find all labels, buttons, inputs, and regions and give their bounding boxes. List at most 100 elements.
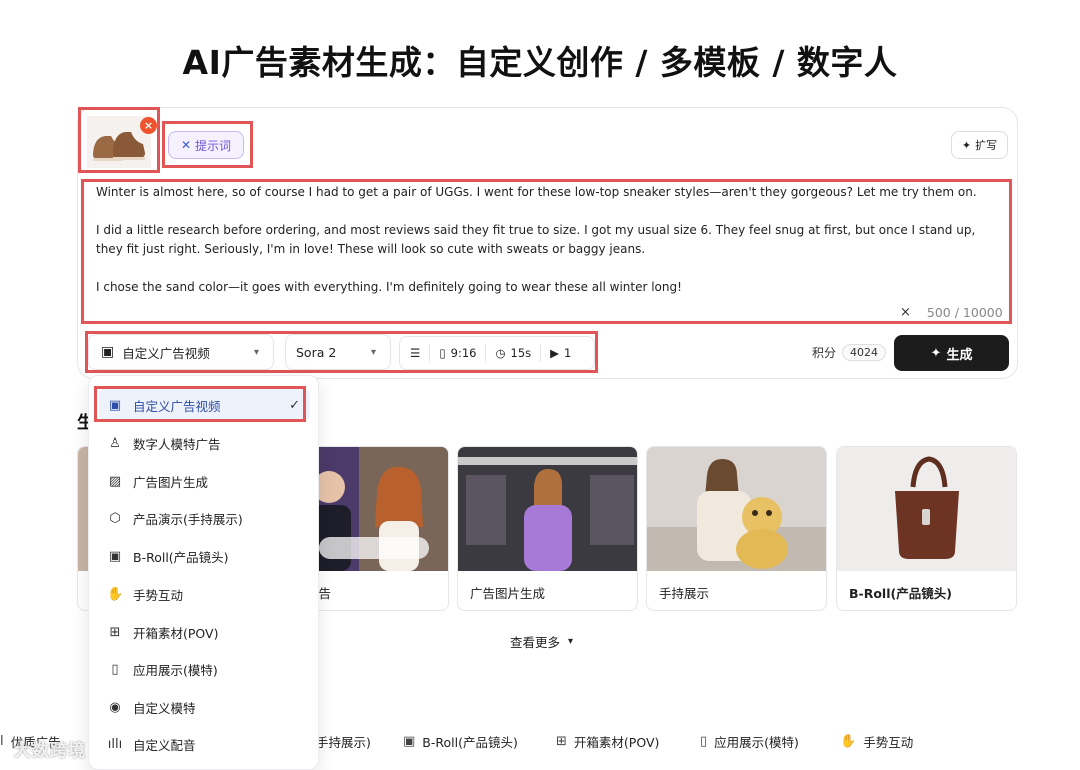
- settings-toggle[interactable]: ☰: [408, 344, 429, 362]
- remove-thumbnail-icon[interactable]: ×: [140, 117, 157, 134]
- bottom-chip[interactable]: ⊞ 开箱素材(POV): [556, 732, 659, 751]
- clock-icon: ◷: [495, 346, 506, 360]
- bottom-chip-label: B-Roll(产品镜头): [422, 735, 518, 750]
- magic-wand-icon: ✕: [180, 138, 192, 152]
- template-card[interactable]: 广告图片生成: [457, 446, 638, 611]
- chevron-down-icon: ▾: [253, 346, 259, 358]
- template-image: [647, 447, 826, 571]
- template-label: 广告图片生成: [470, 586, 546, 601]
- sparkle-icon: ✦: [961, 138, 972, 152]
- phone-icon: ▯: [111, 661, 119, 677]
- points-value: 4024: [842, 344, 887, 361]
- dropdown-item-label: B-Roll(产品镜头): [133, 549, 229, 565]
- prompt-paragraph: I chose the sand color—it goes with ever…: [96, 280, 682, 294]
- dropdown-item-custom-voice[interactable]: ıllı 自定义配音: [99, 728, 310, 760]
- gift-icon: ⊞: [556, 734, 567, 749]
- template-label: 手持展示: [659, 586, 710, 601]
- generate-button[interactable]: ✦ 生成: [894, 335, 1009, 371]
- phone-icon: ▯: [700, 734, 708, 749]
- output-count[interactable]: ▶ 1: [540, 344, 580, 362]
- phone-icon: ▯: [439, 346, 446, 360]
- watermark: 大数跨境: [14, 741, 86, 761]
- image-icon: ▣: [108, 397, 122, 413]
- bottom-chip[interactable]: ✋ 手势互动: [840, 732, 913, 751]
- expand-label: 扩写: [975, 139, 998, 152]
- char-counter: × 500 / 10000: [900, 305, 1003, 320]
- dropdown-item-label: 开箱素材(POV): [133, 625, 219, 641]
- count-value: 1: [564, 346, 572, 360]
- dropdown-item-gesture[interactable]: ✋ 手势互动: [99, 578, 310, 610]
- dropdown-item-label: 自定义广告视频: [133, 398, 221, 414]
- bottom-chip[interactable]: ▣ B-Roll(产品镜头): [403, 732, 518, 751]
- dropdown-item-label: 广告图片生成: [133, 474, 209, 490]
- clear-icon[interactable]: ×: [900, 305, 911, 320]
- bottom-chip-label: 手持展示): [316, 735, 371, 750]
- type-select[interactable]: ▣ 自定义广告视频 ▾: [88, 334, 274, 370]
- points: 积分 4024: [812, 344, 887, 361]
- aspect-ratio-value: 9:16: [450, 346, 477, 360]
- dropdown-item-label: 自定义模特: [133, 700, 196, 716]
- see-more-link[interactable]: 查看更多 ▾: [510, 632, 573, 651]
- dropdown-item-label: 应用展示(模特): [133, 662, 218, 678]
- film-icon: ▣: [108, 548, 122, 564]
- generate-label: 生成: [946, 347, 973, 363]
- template-card[interactable]: B-Roll(产品镜头): [836, 446, 1017, 611]
- prompt-paragraph: Winter is almost here, so of course I ha…: [96, 185, 977, 199]
- type-select-value: 自定义广告视频: [122, 345, 210, 361]
- duration-value: 15s: [510, 346, 532, 360]
- expand-button[interactable]: ✦ 扩写: [951, 131, 1008, 159]
- dropdown-item-unboxing[interactable]: ⊞ 开箱素材(POV): [99, 616, 310, 648]
- dropdown-item-label: 数字人模特广告: [133, 436, 221, 452]
- dropdown-item-custom-model[interactable]: ◉ 自定义模特: [99, 691, 310, 723]
- dropdown-item-digital-human-ad[interactable]: ♙ 数字人模特广告: [99, 427, 310, 459]
- dropdown-item-ad-image[interactable]: ▨ 广告图片生成: [99, 465, 310, 497]
- chevron-down-icon: ▾: [370, 346, 376, 358]
- prompt-textarea[interactable]: Winter is almost here, so of course I ha…: [84, 181, 1011, 321]
- page-root: AI广告素材生成：自定义创作 / 多模板 / 数字人 × ✕ 提示词 ✦ 扩写 …: [0, 0, 1080, 770]
- dropdown-item-b-roll[interactable]: ▣ B-Roll(产品镜头): [99, 540, 310, 572]
- chevron-down-icon: ▾: [568, 636, 574, 647]
- prompt-paragraph: I did a little research before ordering,…: [96, 223, 976, 256]
- bottom-chip[interactable]: 手持展示): [316, 732, 371, 751]
- gift-icon: ⊞: [109, 624, 121, 640]
- page-title: AI广告素材生成：自定义创作 / 多模板 / 数字人: [182, 43, 898, 82]
- chip-icon: l: [0, 734, 4, 749]
- model-select[interactable]: Sora 2 ▾: [285, 334, 391, 370]
- dropdown-item-product-demo[interactable]: ⬡ 产品演示(手持展示): [99, 502, 310, 534]
- film-icon: ▣: [403, 734, 416, 749]
- dropdown-item-label: 自定义配音: [133, 737, 196, 753]
- check-icon: ✓: [289, 397, 300, 413]
- model-select-value: Sora 2: [296, 344, 337, 360]
- person-icon: ♙: [109, 435, 121, 451]
- template-card[interactable]: 手持展示: [646, 446, 827, 611]
- type-dropdown-menu: ▣ 自定义广告视频 ✓ ♙ 数字人模特广告 ▨ 广告图片生成 ⬡ 产品演示(手持…: [88, 375, 319, 770]
- template-image: [458, 447, 637, 571]
- aspect-ratio[interactable]: ▯ 9:16: [429, 344, 485, 362]
- params-group[interactable]: ☰ ▯ 9:16 ◷ 15s ▶ 1: [399, 336, 595, 370]
- dropdown-item-custom-ad-video[interactable]: ▣ 自定义广告视频 ✓: [99, 389, 310, 421]
- image-icon: ▣: [101, 344, 115, 360]
- waveform-icon: ıllı: [107, 736, 123, 752]
- bottom-chip-label: 开箱素材(POV): [573, 735, 660, 750]
- char-count: 500 / 10000: [926, 305, 1003, 320]
- prompt-chip-label: 提示词: [195, 138, 232, 153]
- bottom-chip[interactable]: ▯ 应用展示(模特): [700, 732, 799, 751]
- dropdown-item-label: 手势互动: [133, 587, 184, 603]
- template-label: B-Roll(产品镜头): [849, 586, 952, 601]
- bottom-chip-label: 手势互动: [863, 735, 914, 750]
- duration[interactable]: ◷ 15s: [485, 344, 540, 362]
- template-image: [837, 447, 1016, 571]
- points-label: 积分: [812, 346, 837, 360]
- dropdown-item-label: 产品演示(手持展示): [133, 511, 243, 527]
- user-circle-icon: ◉: [109, 699, 121, 715]
- sliders-icon: ☰: [410, 346, 421, 360]
- sparkle-icon: ✦: [930, 345, 942, 361]
- prompt-chip[interactable]: ✕ 提示词: [168, 131, 244, 159]
- see-more-label: 查看更多: [510, 635, 561, 650]
- hand-icon: ✋: [107, 586, 124, 602]
- hand-icon: ✋: [840, 734, 857, 749]
- dropdown-item-app-showcase[interactable]: ▯ 应用展示(模特): [99, 653, 310, 685]
- cube-icon: ⬡: [109, 510, 121, 526]
- bottom-chip-label: 应用展示(模特): [714, 735, 799, 750]
- play-icon: ▶: [550, 346, 560, 360]
